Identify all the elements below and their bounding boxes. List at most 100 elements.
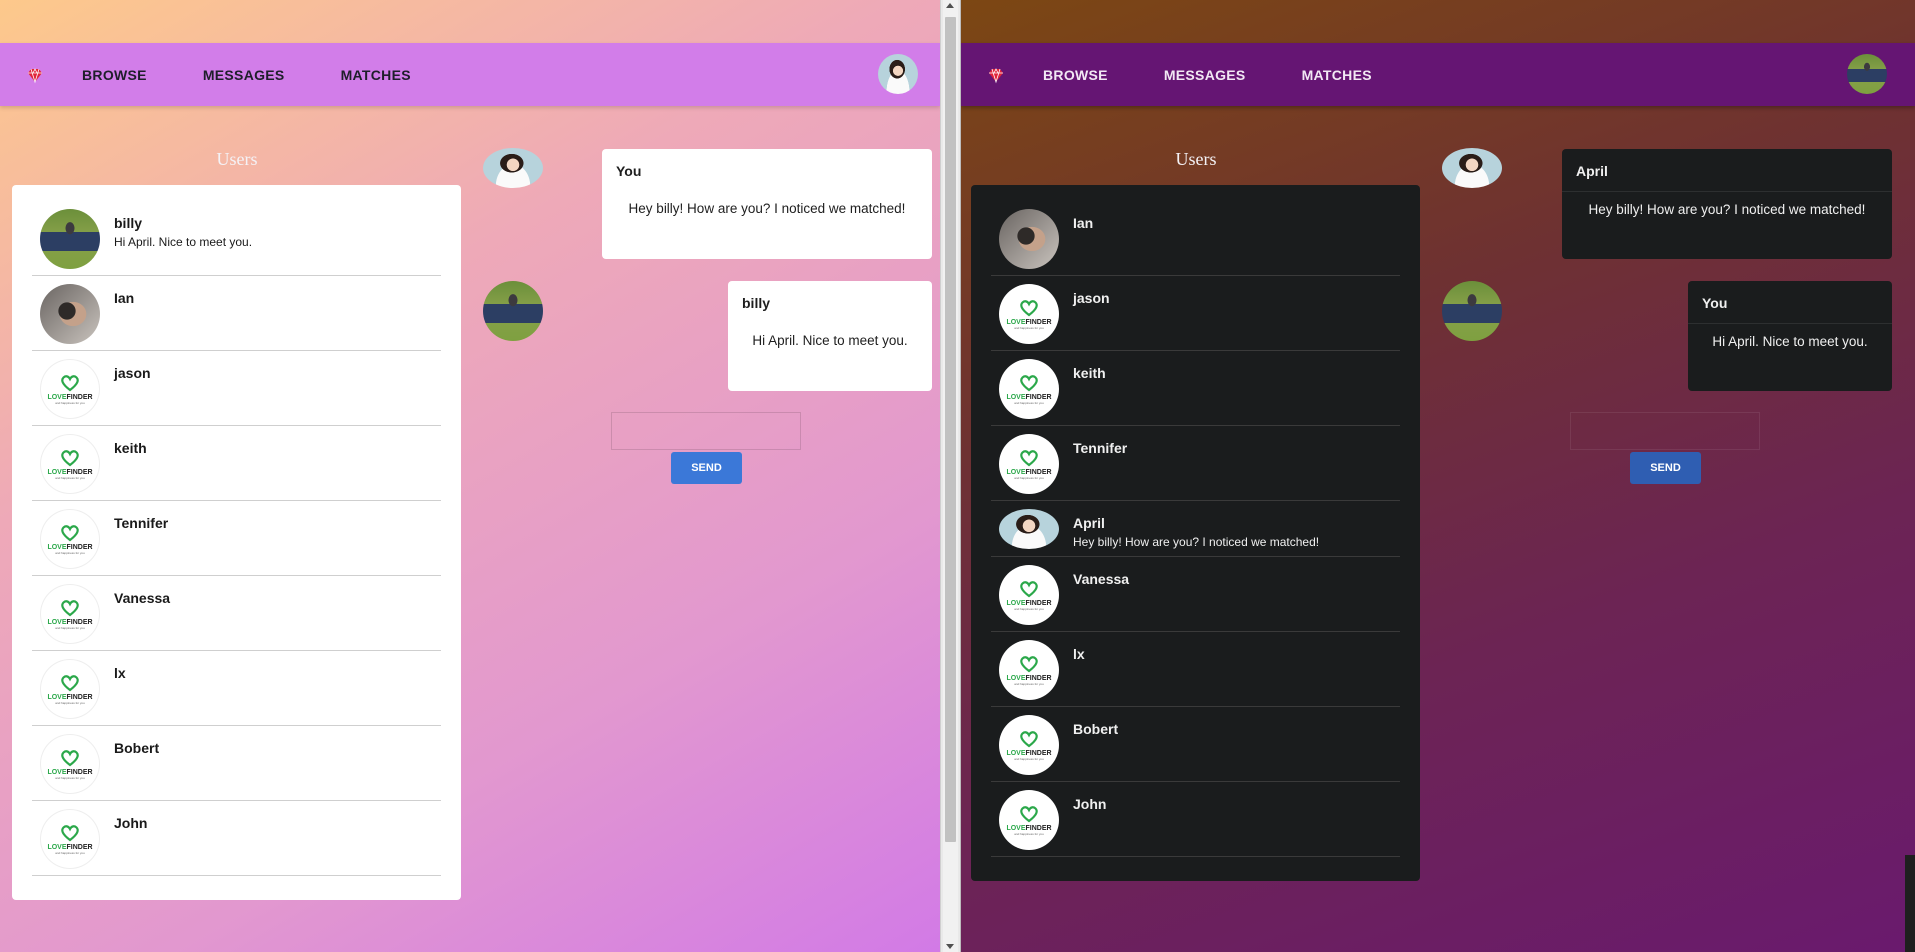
user-name: jason [1073,290,1110,306]
message-card: You Hey billy! How are you? I noticed we… [602,149,932,259]
logo-word-love: LOVE [1006,749,1026,757]
user-list-item[interactable]: LOVEFINDER and happiness for you Tennifer [32,501,441,576]
logo-tagline: and happiness for you [55,625,85,630]
user-list-item[interactable]: LOVEFINDER and happiness for you Vanessa [991,557,1400,632]
user-list-item[interactable]: LOVEFINDER and happiness for you jason [991,276,1400,351]
logo-word-love: LOVE [47,393,67,401]
lovefinder-logo-avatar: LOVEFINDER and happiness for you [999,359,1059,419]
right-browser-pane: BROWSE MESSAGES MATCHES Users Ian LOVEFIN… [961,0,1915,952]
logo-tagline: and happiness for you [55,850,85,855]
diamond-heart-logo-icon[interactable] [985,64,1007,86]
send-button[interactable]: SEND [1630,452,1701,484]
logo-tagline: and happiness for you [1014,756,1044,761]
user-list-item[interactable]: LOVEFINDER and happiness for you John [991,782,1400,857]
user-list-item[interactable]: LOVEFINDER and happiness for you lx [991,632,1400,707]
logo-word-love: LOVE [47,618,67,626]
message-sender: You [616,163,642,179]
logo-word-love: LOVE [1006,674,1026,682]
message-text: Hi April. Nice to meet you. [1712,334,1868,349]
logo-tagline: and happiness for you [55,400,85,405]
message-input[interactable] [611,412,801,450]
nav-browse-link[interactable]: BROWSE [82,67,147,83]
user-list-item[interactable]: LOVEFINDER and happiness for you keith [991,351,1400,426]
user-name: Vanessa [1073,571,1130,587]
logo-word-love: LOVE [47,468,67,476]
message-card: You Hi April. Nice to meet you. [1688,281,1892,391]
user-name: jason [114,365,151,381]
user-list-panel: Ian LOVEFINDER and happiness for you jason L… [971,185,1420,881]
user-list-panel: billy Hi April. Nice to meet you. Ian LOVEF… [12,185,461,900]
heart-icon [61,824,79,841]
chat-avatar-billy [1442,281,1502,341]
logo-word-love: LOVE [47,843,67,851]
user-list-item[interactable]: Ian [32,276,441,351]
top-navbar: BROWSE MESSAGES MATCHES [0,43,940,106]
scroll-thumb[interactable] [945,17,956,842]
lovefinder-logo-avatar: LOVEFINDER and happiness for you [999,434,1059,494]
left-pane-scrollbar[interactable] [943,0,958,952]
message-sender: You [1688,281,1892,324]
user-list-item[interactable]: LOVEFINDER and happiness for you Vanessa [32,576,441,651]
user-list-item[interactable]: LOVEFINDER and happiness for you John [32,801,441,876]
user-list-item[interactable]: LOVEFINDER and happiness for you lx [32,651,441,726]
heart-icon [1020,580,1038,597]
profile-avatar[interactable] [1847,54,1887,94]
user-list-item[interactable]: LOVEFINDER and happiness for you Tennifer [991,426,1400,501]
user-name: Bobert [114,740,160,756]
heart-icon [61,449,79,466]
message-input[interactable] [1570,412,1760,450]
user-list-item[interactable]: LOVEFINDER and happiness for you jason [32,351,441,426]
logo-word-finder: FINDER [66,693,93,701]
logo-word-finder: FINDER [66,768,93,776]
chat-avatar-april [483,148,543,188]
user-avatar [40,284,100,344]
message-text: Hey billy! How are you? I noticed we mat… [1588,202,1866,217]
heart-icon [1020,299,1038,316]
message-card: billy Hi April. Nice to meet you. [728,281,932,391]
user-list-item[interactable]: LOVEFINDER and happiness for you keith [32,426,441,501]
nav-matches-link[interactable]: MATCHES [1302,67,1372,83]
lovefinder-logo-avatar: LOVEFINDER and happiness for you [999,790,1059,850]
user-list-item[interactable]: LOVEFINDER and happiness for you Bobert [32,726,441,801]
nav-browse-link[interactable]: BROWSE [1043,67,1108,83]
lovefinder-logo-avatar: LOVEFINDER and happiness for you [999,640,1059,700]
logo-word-love: LOVE [1006,824,1026,832]
user-list-item[interactable]: Ian [991,201,1400,276]
message-text: Hey billy! How are you? I noticed we mat… [628,201,906,216]
user-name: John [1073,796,1107,812]
logo-tagline: and happiness for you [55,700,85,705]
user-avatar [999,509,1059,549]
logo-word-love: LOVE [1006,393,1026,401]
logo-word-finder: FINDER [1025,318,1052,326]
logo-tagline: and happiness for you [55,550,85,555]
scroll-down-arrow-icon[interactable] [946,944,954,949]
heart-icon [1020,374,1038,391]
logo-tagline: and happiness for you [1014,400,1044,405]
lovefinder-logo-avatar: LOVEFINDER and happiness for you [40,359,100,419]
window-edge-scroll-thumb[interactable] [1905,855,1915,952]
lovefinder-logo-avatar: LOVEFINDER and happiness for you [999,284,1059,344]
user-list-item[interactable]: LOVEFINDER and happiness for you Bobert [991,707,1400,782]
send-button[interactable]: SEND [671,452,742,484]
user-avatar [999,209,1059,269]
profile-avatar[interactable] [878,54,918,94]
user-name: Vanessa [114,590,171,606]
user-list-item[interactable]: billy Hi April. Nice to meet you. [32,201,441,276]
message-text: Hi April. Nice to meet you. [752,333,908,348]
logo-word-finder: FINDER [66,468,93,476]
logo-word-love: LOVE [47,768,67,776]
nav-messages-link[interactable]: MESSAGES [1164,67,1246,83]
user-list-item[interactable]: April Hey billy! How are you? I noticed w… [991,501,1400,557]
user-name: keith [114,440,147,456]
user-name: April [1073,515,1105,531]
users-heading: Users [216,149,258,169]
heart-icon [1020,730,1038,747]
logo-word-finder: FINDER [1025,674,1052,682]
scroll-up-arrow-icon[interactable] [946,3,954,8]
last-message-preview: Hi April. Nice to meet you. [114,235,253,249]
nav-messages-link[interactable]: MESSAGES [203,67,285,83]
diamond-heart-logo-icon[interactable] [24,64,46,86]
logo-word-finder: FINDER [66,393,93,401]
logo-word-love: LOVE [1006,599,1026,607]
nav-matches-link[interactable]: MATCHES [341,67,411,83]
